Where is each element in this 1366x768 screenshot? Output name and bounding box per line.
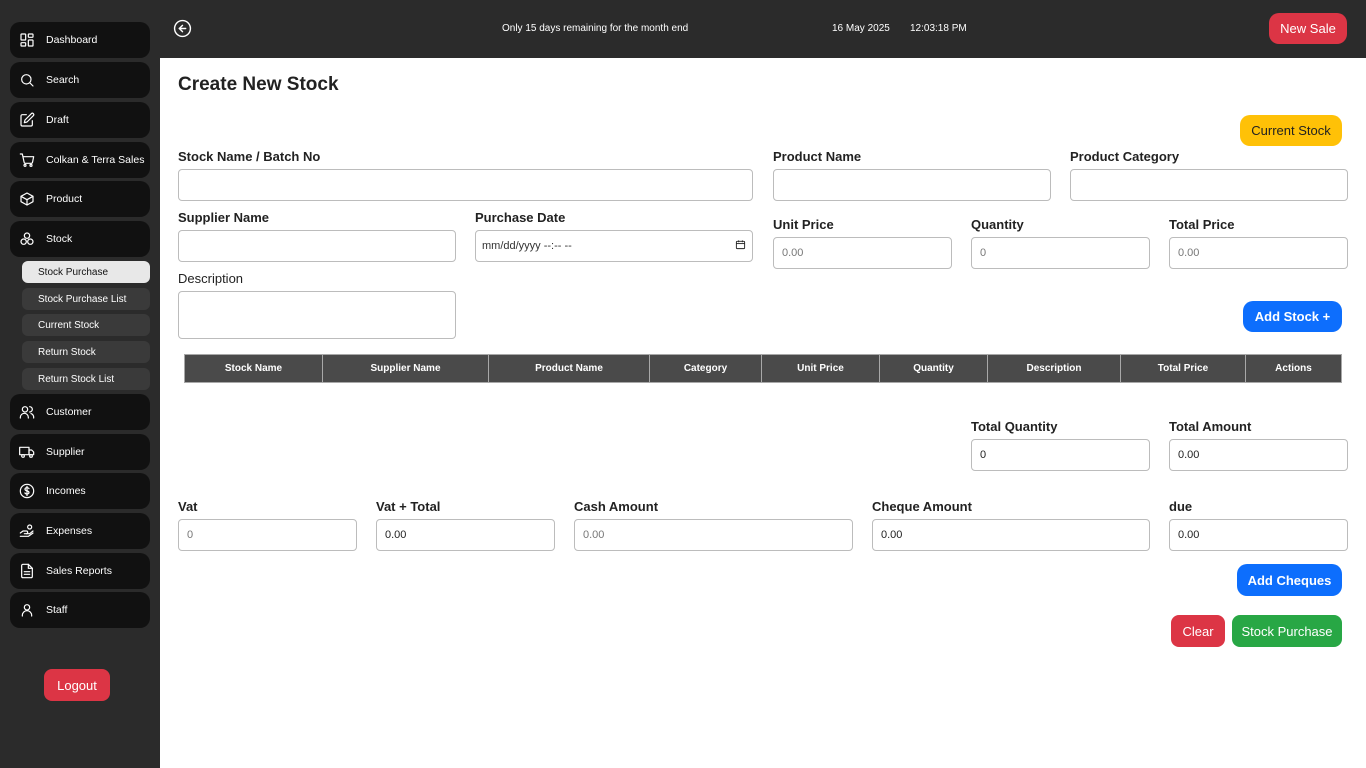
vat-input[interactable] <box>178 519 357 551</box>
column-header: Supplier Name <box>323 355 489 382</box>
cart-icon <box>18 151 36 169</box>
add-cheques-button[interactable]: Add Cheques <box>1237 564 1342 596</box>
column-header: Actions <box>1275 363 1312 374</box>
sidebar-subitem-stock-purchase[interactable]: Stock Purchase <box>22 261 150 283</box>
column-header: Category <box>650 355 762 382</box>
sidebar-subitem-stock-purchase-list[interactable]: Stock Purchase List <box>22 288 150 310</box>
quantity-input[interactable] <box>971 237 1150 269</box>
users-icon <box>18 403 36 421</box>
clear-button[interactable]: Clear <box>1171 615 1225 647</box>
logout-button[interactable]: Logout <box>44 669 110 701</box>
add-stock-button[interactable]: Add Stock + <box>1243 301 1342 332</box>
vat-label: Vat <box>178 499 198 514</box>
sidebar-item-label: Product <box>46 193 83 205</box>
search-icon <box>18 71 36 89</box>
total-amount-input[interactable] <box>1169 439 1348 471</box>
column-header: Total Price <box>1121 355 1246 382</box>
column-header: Quantity <box>880 355 988 382</box>
sidebar-item-label: Staff <box>46 604 68 616</box>
month-end-notice: Only 15 days remaining for the month end <box>502 23 689 34</box>
sidebar-item-label: Stock <box>46 233 73 245</box>
stock-purchase-button[interactable]: Stock Purchase <box>1232 615 1342 647</box>
column-header: Unit Price <box>762 355 880 382</box>
sidebar-item-supplier[interactable]: Supplier <box>10 434 150 470</box>
current-time: 12:03:18 PM <box>910 23 967 34</box>
purchase-date-label: Purchase Date <box>475 210 566 225</box>
description-label: Description <box>178 271 244 286</box>
total-amount-label: Total Amount <box>1169 419 1252 434</box>
sidebar-item-label: Colkan & Terra Sales <box>46 154 145 166</box>
cash-amount-label: Cash Amount <box>574 499 659 514</box>
dashboard-icon <box>18 31 36 49</box>
stock-table-header: Stock Name Supplier Name Product Name Ca… <box>184 354 1342 383</box>
product-name-label: Product Name <box>773 149 862 164</box>
sidebar-item-label: Search <box>46 74 80 86</box>
cash-amount-input[interactable] <box>574 519 853 551</box>
user-icon <box>18 601 36 619</box>
total-price-input[interactable] <box>1169 237 1348 269</box>
total-quantity-label: Total Quantity <box>971 419 1058 434</box>
sidebar-item-search[interactable]: Search <box>10 62 150 98</box>
sidebar-subitem-return-stock[interactable]: Return Stock <box>22 341 150 363</box>
sidebar: Dashboard Search Draft Colkan & Terra Sa… <box>0 0 160 768</box>
sidebar-item-label: Customer <box>46 406 92 418</box>
new-sale-button[interactable]: New Sale <box>1269 13 1347 44</box>
stock-icon <box>18 230 36 248</box>
total-price-label: Total Price <box>1169 217 1235 232</box>
truck-icon <box>18 443 36 461</box>
sidebar-item-expenses[interactable]: Expenses <box>10 513 150 549</box>
description-textarea[interactable] <box>178 291 456 339</box>
sidebar-item-product[interactable]: Product <box>10 181 150 217</box>
supplier-name-label: Supplier Name <box>178 210 270 225</box>
stock-name-input[interactable] <box>178 169 753 201</box>
column-header: Product Name <box>489 355 650 382</box>
due-label: due <box>1169 499 1193 514</box>
sidebar-item-sales-reports[interactable]: Sales Reports <box>10 553 150 589</box>
current-date: 16 May 2025 <box>832 23 890 34</box>
vat-total-input[interactable] <box>376 519 555 551</box>
sidebar-item-stock[interactable]: Stock <box>10 221 150 257</box>
sidebar-subitem-return-stock-list[interactable]: Return Stock List <box>22 368 150 390</box>
product-category-label: Product Category <box>1070 149 1180 164</box>
supplier-name-input[interactable] <box>178 230 456 262</box>
sidebar-item-label: Supplier <box>46 446 85 458</box>
product-name-input[interactable] <box>773 169 1051 201</box>
sidebar-item-label: Draft <box>46 114 69 126</box>
page-title: Create New Stock <box>178 74 339 95</box>
cheque-amount-label: Cheque Amount <box>872 499 972 514</box>
box-icon <box>18 190 36 208</box>
report-icon <box>18 562 36 580</box>
calendar-icon[interactable] <box>735 239 746 253</box>
sidebar-item-draft[interactable]: Draft <box>10 102 150 138</box>
sidebar-item-label: Incomes <box>46 485 86 497</box>
sidebar-item-dashboard[interactable]: Dashboard <box>10 22 150 58</box>
sidebar-item-customer[interactable]: Customer <box>10 394 150 430</box>
purchase-date-input[interactable]: mm/dd/yyyy --:-- -- <box>475 230 753 262</box>
purchase-date-placeholder: mm/dd/yyyy --:-- -- <box>482 240 572 252</box>
column-header: Description <box>988 355 1121 382</box>
cheque-amount-input[interactable] <box>872 519 1150 551</box>
sidebar-item-incomes[interactable]: Incomes <box>10 473 150 509</box>
vat-total-label: Vat + Total <box>376 499 441 514</box>
back-arrow-icon[interactable] <box>173 19 192 38</box>
topbar: Only 15 days remaining for the month end… <box>160 0 1366 58</box>
due-input[interactable] <box>1169 519 1348 551</box>
sidebar-item-staff[interactable]: Staff <box>10 592 150 628</box>
dollar-icon <box>18 482 36 500</box>
sidebar-subitem-current-stock[interactable]: Current Stock <box>22 314 150 336</box>
stock-name-label: Stock Name / Batch No <box>178 149 321 164</box>
quantity-label: Quantity <box>971 217 1024 232</box>
current-stock-button[interactable]: Current Stock <box>1240 115 1342 146</box>
hand-coin-icon <box>18 522 36 540</box>
sidebar-item-colkan-terra-sales[interactable]: Colkan & Terra Sales <box>10 142 150 178</box>
unit-price-input[interactable] <box>773 237 952 269</box>
product-category-input[interactable] <box>1070 169 1348 201</box>
total-quantity-input[interactable] <box>971 439 1150 471</box>
sidebar-item-label: Sales Reports <box>46 565 112 577</box>
unit-price-label: Unit Price <box>773 217 834 232</box>
sidebar-item-label: Dashboard <box>46 34 98 46</box>
edit-icon <box>18 111 36 129</box>
column-header: Stock Name <box>185 355 323 382</box>
sidebar-item-label: Expenses <box>46 525 93 537</box>
